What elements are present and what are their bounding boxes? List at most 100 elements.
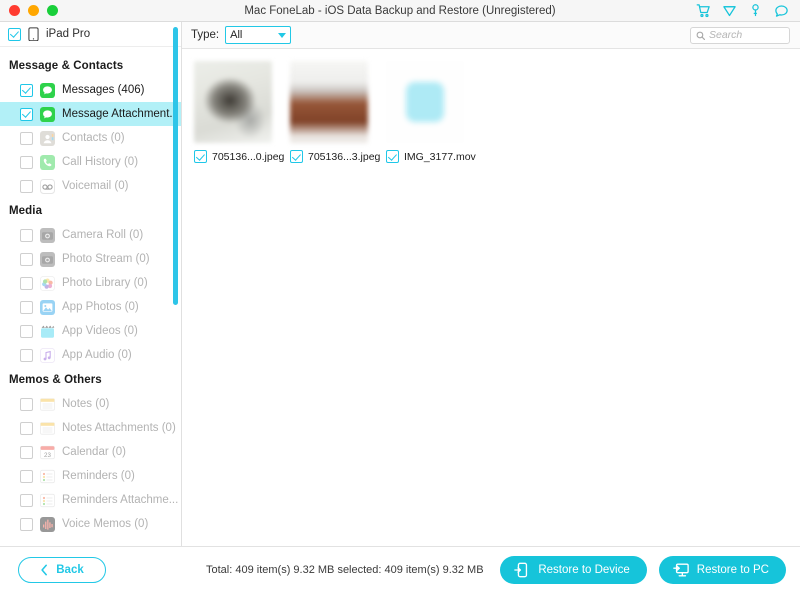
file-thumbnail[interactable] [290,61,368,143]
file-cell[interactable]: 705136...3.jpeg [284,61,380,163]
file-checkbox[interactable] [194,150,207,163]
file-thumbnail[interactable] [386,61,464,143]
device-name: iPad Pro [46,28,91,40]
file-cell[interactable]: IMG_3177.mov [380,61,476,163]
file-grid-area: 705136...0.jpeg 705136...3.jpeg IMG_3177… [182,49,800,546]
sidebar-item-message-attachments[interactable]: Message Attachment... [0,102,181,126]
voicemail-checkbox[interactable] [20,179,33,193]
sidebar-item-label: Calendar (0) [62,446,126,458]
content-toolbar: Type: All Search [182,22,800,49]
photo-library-checkbox[interactable] [20,276,33,290]
photos-icon [40,275,55,291]
sidebar-item-calendar[interactable]: 23 Calendar (0) [0,440,181,464]
sidebar-item-messages[interactable]: Messages (406) [0,78,181,102]
restore-device-icon [514,562,530,578]
camera-icon [40,227,55,243]
notes-attachments-checkbox[interactable] [20,421,33,435]
sidebar-item-notes-attachments[interactable]: Notes Attachments (0) [0,416,181,440]
file-caption: 705136...0.jpeg [194,150,284,163]
camera-roll-checkbox[interactable] [20,228,33,242]
file-thumbnail[interactable] [194,61,272,143]
restore-to-device-label: Restore to Device [538,563,630,576]
type-filter-select[interactable]: All [225,26,292,44]
group-title-media: Media [9,205,43,217]
sidebar-item-app-photos[interactable]: App Photos (0) [0,295,181,319]
type-label: Type: [191,29,220,41]
title-bar-icons [696,3,800,18]
voice-memos-checkbox[interactable] [20,517,33,531]
sidebar-item-label: Reminders Attachme... [62,494,179,506]
file-cell[interactable]: 705136...0.jpeg [188,61,284,163]
footer-bar: Back Total: 409 item(s) 9.32 MB selected… [0,546,800,592]
minimize-button[interactable] [28,5,39,16]
file-caption: 705136...3.jpeg [290,150,380,163]
sidebar-item-voicemail[interactable]: Voicemail (0) [0,174,181,198]
app-photos-checkbox[interactable] [20,300,33,314]
sidebar-item-label: Camera Roll (0) [62,229,144,241]
restore-to-pc-button[interactable]: Restore to PC [658,555,786,584]
photo-stream-checkbox[interactable] [20,252,33,266]
zoom-button[interactable] [47,5,58,16]
reminders-attachments-checkbox[interactable] [20,493,33,507]
sidebar-item-label: App Videos (0) [62,325,138,337]
status-text: Total: 409 item(s) 9.32 MB selected: 409… [206,563,484,576]
reminders-checkbox[interactable] [20,469,33,483]
contacts-checkbox[interactable] [20,131,33,145]
window-body: iPad Pro Message & Contacts Messages (40… [0,22,800,546]
window-controls [0,5,58,16]
call-history-checkbox[interactable] [20,155,33,169]
sidebar-scrollbar[interactable] [173,27,178,305]
device-row[interactable]: iPad Pro [0,22,181,47]
main-panel: Type: All Search 705136...0.jpeg 705136.… [182,22,800,546]
back-button[interactable]: Back [18,556,106,583]
close-button[interactable] [9,5,20,16]
sidebar-item-label: Voicemail (0) [62,180,129,192]
app-window: Mac FoneLab - iOS Data Backup and Restor… [0,0,800,592]
reminders-icon [40,469,55,484]
sidebar-item-reminders-attachments[interactable]: Reminders Attachme... [0,488,181,512]
file-name: 705136...3.jpeg [308,150,381,163]
sidebar-item-label: App Photos (0) [62,301,139,313]
file-checkbox[interactable] [386,150,399,163]
message-attachments-checkbox[interactable] [20,107,33,121]
sidebar-item-photo-library[interactable]: Photo Library (0) [0,271,181,295]
sidebar-item-notes[interactable]: Notes (0) [0,392,181,416]
key-icon[interactable] [748,3,763,18]
notes-checkbox[interactable] [20,397,33,411]
sidebar-item-label: Call History (0) [62,156,139,168]
file-name: IMG_3177.mov [404,150,476,163]
phone-icon [40,154,55,170]
app-audio-checkbox[interactable] [20,348,33,362]
calendar-checkbox[interactable] [20,445,33,459]
app-videos-icon [40,324,55,339]
search-input[interactable]: Search [690,26,790,44]
ipad-icon [28,26,39,42]
gem-icon[interactable] [722,3,737,18]
file-checkbox[interactable] [290,150,303,163]
group-title-memos: Memos & Others [9,374,102,386]
chevron-down-icon [278,32,287,38]
back-button-label: Back [56,563,84,576]
search-icon [696,31,705,40]
title-bar: Mac FoneLab - iOS Data Backup and Restor… [0,0,800,22]
app-videos-checkbox[interactable] [20,324,33,338]
messages-checkbox[interactable] [20,83,33,97]
chat-icon[interactable] [774,3,789,18]
device-checkbox[interactable] [8,27,21,41]
sidebar-item-voice-memos[interactable]: Voice Memos (0) [0,512,181,536]
sidebar-item-photo-stream[interactable]: Photo Stream (0) [0,247,181,271]
sidebar-item-call-history[interactable]: Call History (0) [0,150,181,174]
file-name: 705136...0.jpeg [212,150,285,163]
notes-icon [40,397,55,412]
sidebar-item-app-videos[interactable]: App Videos (0) [0,319,181,343]
contacts-icon [40,130,55,146]
sidebar-list: Message & Contacts Messages (406) Messag… [0,47,181,546]
sidebar-item-app-audio[interactable]: App Audio (0) [0,343,181,367]
sidebar-item-camera-roll[interactable]: Camera Roll (0) [0,223,181,247]
cart-icon[interactable] [696,3,711,18]
sidebar-item-reminders[interactable]: Reminders (0) [0,464,181,488]
restore-to-device-button[interactable]: Restore to Device [500,555,647,584]
messages-icon [40,82,55,98]
sidebar-item-contacts[interactable]: Contacts (0) [0,126,181,150]
sidebar-item-label: Reminders (0) [62,470,135,482]
